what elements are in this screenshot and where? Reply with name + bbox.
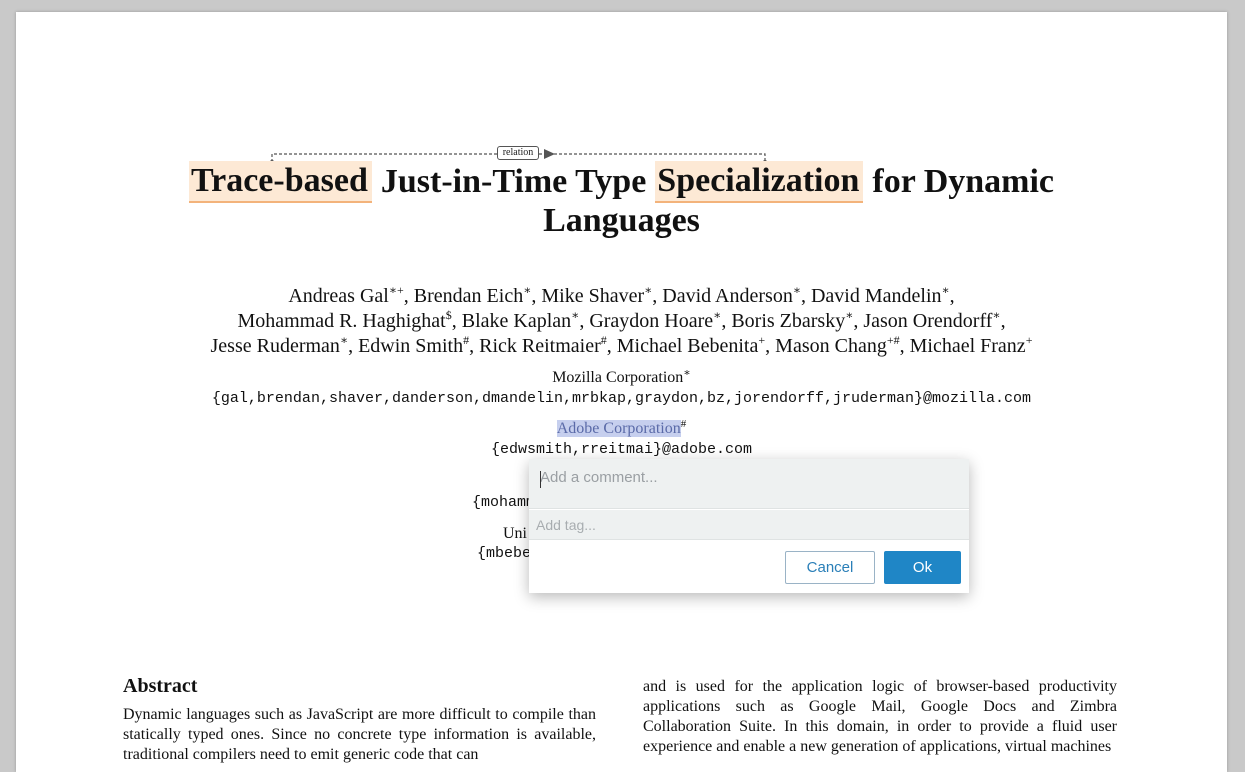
author-name: , Edwin Smith bbox=[348, 335, 464, 357]
relation-label[interactable]: relation bbox=[497, 146, 539, 160]
text-cursor bbox=[540, 471, 541, 488]
annotated-span-trace-based[interactable]: Trace-based bbox=[188, 161, 372, 203]
abstract-text-right: and is used for the application logic of… bbox=[643, 678, 1117, 755]
author-name: Mohammad R. Haghighat bbox=[237, 310, 446, 332]
author-mark: ∗ bbox=[339, 333, 349, 347]
paper-title-line2: Languages bbox=[543, 202, 700, 239]
affiliation-adobe: Adobe Corporation# bbox=[16, 419, 1227, 439]
author-name: Andreas Gal bbox=[288, 285, 389, 307]
affiliation-name: Mozilla Corporation bbox=[552, 369, 684, 386]
title-text: Just-in-Time Type bbox=[380, 163, 647, 200]
annotated-span-specialization[interactable]: Specialization bbox=[655, 161, 864, 203]
author-mark: ∗+ bbox=[388, 283, 404, 297]
tag-input[interactable] bbox=[529, 510, 969, 540]
paper-title-line1: Trace-based Just-in-Time Type Specializa… bbox=[16, 161, 1227, 203]
selected-text-adobe[interactable]: Adobe Corporation bbox=[556, 420, 681, 437]
author-mark: ∗ bbox=[992, 308, 1001, 322]
emails-adobe: {edwsmith,rreitmai}@adobe.com bbox=[490, 441, 753, 458]
author-mark: + bbox=[1025, 333, 1033, 347]
author-mark: ∗ bbox=[792, 283, 801, 297]
annotation-popup: Cancel Ok bbox=[529, 459, 969, 593]
author-name: , bbox=[949, 285, 955, 307]
affiliation-mark: ∗ bbox=[683, 367, 691, 379]
title-text: for Dynamic bbox=[872, 163, 1055, 200]
abstract-heading: Abstract bbox=[123, 675, 198, 697]
author-name: , Michael Franz bbox=[899, 335, 1026, 357]
emails-mozilla: {gal,brendan,shaver,danderson,dmandelin,… bbox=[211, 390, 1032, 407]
document-page: relation Trace-based Just-in-Time Type S… bbox=[16, 12, 1227, 772]
author-name: , Rick Reitmaier bbox=[469, 335, 601, 357]
author-mark: +# bbox=[886, 333, 900, 347]
author-name: , David Anderson bbox=[652, 285, 793, 307]
authors-line3: Jesse Ruderman∗, Edwin Smith#, Rick Reit… bbox=[16, 334, 1227, 359]
affiliation-mozilla: Mozilla Corporation∗ bbox=[16, 368, 1227, 388]
emails-partial-3: {mohamm bbox=[472, 494, 536, 511]
author-name: Jesse Ruderman bbox=[210, 335, 340, 357]
author-name: , Mason Chang bbox=[765, 335, 887, 357]
comment-input[interactable] bbox=[529, 459, 969, 509]
author-mark: ∗ bbox=[941, 283, 950, 297]
author-name: , Blake Kaplan bbox=[451, 310, 572, 332]
author-name: , David Mandelin bbox=[800, 285, 942, 307]
authors-line2: Mohammad R. Haghighat$, Blake Kaplan∗, G… bbox=[16, 309, 1227, 334]
authors-line1: Andreas Gal∗+, Brendan Eich ∗ , Mike Shave… bbox=[16, 284, 1227, 309]
author-name: , Boris Zbarsky bbox=[721, 310, 846, 332]
author-name: , bbox=[1000, 310, 1006, 332]
abstract-text-left: Dynamic languages such as JavaScript are… bbox=[123, 706, 596, 763]
ok-button[interactable]: Ok bbox=[884, 551, 961, 584]
affiliation-mark: # bbox=[680, 418, 687, 430]
author-name: , Brendan Eich bbox=[403, 285, 524, 307]
author-name: , Jason Orendorff bbox=[853, 310, 993, 332]
author-name: , Mike Shaver bbox=[531, 285, 645, 307]
affiliation-partial-4: Uni bbox=[503, 525, 527, 542]
cancel-button[interactable]: Cancel bbox=[785, 551, 875, 584]
emails-partial-4: {mbebe bbox=[477, 545, 532, 562]
author-name: , Michael Bebenita bbox=[606, 335, 759, 357]
author-name: , Graydon Hoare bbox=[579, 310, 714, 332]
